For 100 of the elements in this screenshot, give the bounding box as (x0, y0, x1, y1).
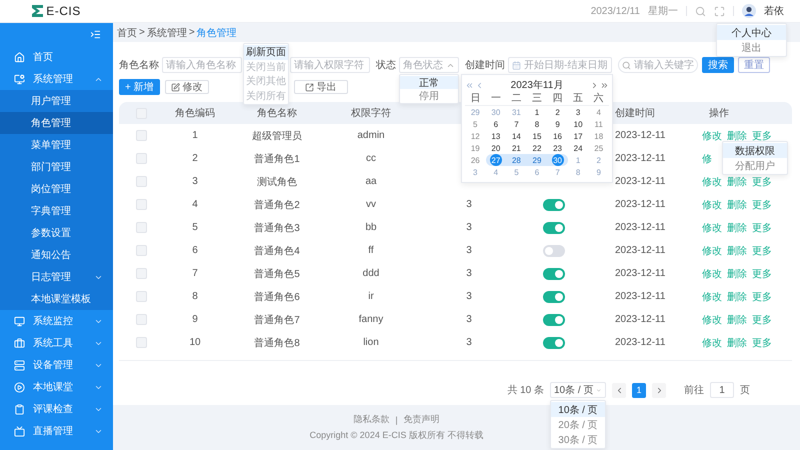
dropdown-option[interactable]: 10条 / 页 (551, 402, 605, 417)
add-button[interactable]: + 新增 (119, 79, 160, 95)
sidebar-subitem[interactable]: 角色管理 (0, 112, 113, 134)
sidebar-subitem[interactable]: 参数设置 (0, 222, 113, 244)
menu-item[interactable]: 刷新页面 (244, 45, 288, 60)
calendar-day[interactable]: 25 (592, 142, 605, 154)
action-link[interactable]: 修改 (702, 220, 722, 234)
action-link[interactable]: 修改 (702, 128, 722, 142)
calendar-day[interactable]: 29 (469, 106, 482, 118)
sidebar-item[interactable]: 系统工具 (0, 332, 113, 354)
reset-button[interactable]: 重置 (738, 57, 770, 73)
action-link[interactable]: 修改 (702, 266, 722, 280)
calendar-day[interactable]: 30 (490, 106, 502, 118)
toggle-switch[interactable] (543, 290, 565, 302)
calendar-day[interactable]: 6 (530, 166, 543, 178)
sidebar-subitem[interactable]: 菜单管理 (0, 134, 113, 156)
sidebar-item[interactable]: 直播管理 (0, 420, 113, 442)
action-link[interactable]: 更多 (752, 220, 772, 234)
calendar-day[interactable]: 21 (510, 142, 522, 154)
sidebar-item[interactable]: 首页 (0, 46, 113, 68)
next-month-icon[interactable] (590, 80, 599, 90)
action-link[interactable]: 更多 (752, 128, 772, 142)
sidebar-item[interactable]: 设备管理 (0, 354, 113, 376)
calendar-day[interactable]: 7 (552, 166, 564, 178)
sidebar-subitem[interactable]: 部门管理 (0, 156, 113, 178)
calendar-day[interactable]: 31 (510, 106, 522, 118)
calendar-day[interactable]: 22 (530, 142, 543, 154)
calendar-day[interactable]: 5 (510, 166, 522, 178)
dropdown-option[interactable]: 正常 (400, 76, 458, 89)
action-link[interactable]: 更多 (752, 244, 772, 258)
menu-item[interactable]: 退出 (717, 40, 786, 55)
action-link[interactable]: 更多 (752, 266, 772, 280)
action-link[interactable]: 更多 (752, 336, 772, 350)
action-link[interactable]: 删除 (727, 266, 747, 280)
breadcrumb-link[interactable]: 系统管理 (146, 26, 187, 40)
footer-link[interactable]: 免责声明 (404, 413, 440, 426)
input-field[interactable]: 请输入角色名称 (162, 57, 242, 73)
action-link[interactable]: 更多 (752, 290, 772, 304)
sidebar-subitem[interactable]: 本地课堂模板 (0, 288, 113, 310)
previous-month-icon[interactable] (475, 80, 484, 90)
action-link[interactable]: 删除 (727, 128, 747, 142)
checkbox[interactable] (136, 314, 146, 325)
action-link[interactable]: 修改 (702, 244, 722, 258)
calendar-day[interactable]: 8 (530, 118, 543, 130)
checkbox[interactable] (136, 222, 146, 233)
calendar-day[interactable]: 2 (552, 106, 564, 118)
checkbox[interactable] (136, 268, 146, 279)
page-size-select[interactable]: 10条 / 页 (550, 382, 606, 398)
toggle-switch[interactable] (543, 314, 565, 326)
sidebar-subitem[interactable]: 日志管理 (0, 266, 113, 288)
dropdown-option[interactable]: 停用 (400, 89, 458, 102)
calendar-day[interactable]: 2 (592, 154, 605, 166)
toggle-switch[interactable] (543, 198, 565, 210)
action-link[interactable]: 删除 (727, 198, 747, 212)
checkbox[interactable] (136, 130, 146, 141)
previous-year-icon[interactable] (465, 80, 474, 90)
action-link[interactable]: 删除 (727, 290, 747, 304)
calendar-day[interactable]: 17 (572, 130, 584, 142)
action-link[interactable]: 删除 (727, 244, 747, 258)
checkbox[interactable] (136, 291, 146, 302)
menu-item[interactable]: 数据权限 (723, 143, 787, 158)
toggle-switch[interactable] (543, 222, 565, 234)
calendar-day[interactable]: 12 (469, 130, 482, 142)
action-link[interactable]: 更多 (752, 174, 772, 188)
sidebar-subitem[interactable]: 通知公告 (0, 244, 113, 266)
sidebar-item[interactable]: 系统监控 (0, 310, 113, 332)
calendar-day[interactable]: 1 (530, 106, 543, 118)
next-year-icon[interactable] (600, 80, 609, 90)
calendar-day[interactable]: 8 (572, 166, 584, 178)
action-link[interactable]: 删除 (727, 174, 747, 188)
calendar-day[interactable]: 15 (530, 130, 543, 142)
calendar-day[interactable]: 4 (592, 106, 605, 118)
toggle-switch[interactable] (543, 268, 565, 280)
breadcrumb-link[interactable]: 首页 (117, 26, 137, 40)
checkbox[interactable] (136, 337, 146, 348)
calendar-day[interactable]: 20 (490, 142, 502, 154)
page-button[interactable]: 1 (632, 382, 646, 398)
previous-page-button[interactable] (612, 382, 626, 398)
edit-button[interactable]: 修改 (164, 80, 209, 94)
action-link[interactable]: 修改 (702, 336, 722, 350)
calendar-day[interactable]: 18 (592, 130, 605, 142)
action-link[interactable]: 删除 (727, 336, 747, 350)
toggle-switch[interactable] (543, 244, 565, 256)
calendar-day[interactable]: 27 (490, 154, 502, 166)
action-link[interactable]: 修改 (702, 174, 722, 188)
calendar-day[interactable]: 14 (510, 130, 522, 142)
action-link[interactable]: 更多 (752, 312, 772, 326)
calendar-day[interactable]: 11 (592, 118, 605, 130)
action-link[interactable]: 更多 (752, 198, 772, 212)
select-field[interactable]: 角色状态 (399, 57, 459, 73)
sidebar-subitem[interactable]: 用户管理 (0, 90, 113, 112)
calendar-day[interactable]: 9 (552, 118, 564, 130)
checkbox[interactable] (136, 245, 146, 256)
calendar-day[interactable]: 3 (572, 106, 584, 118)
calendar-day[interactable]: 4 (490, 166, 502, 178)
calendar-day[interactable]: 3 (469, 166, 482, 178)
calendar-day[interactable]: 7 (510, 118, 522, 130)
menu-item[interactable]: 分配用户 (723, 158, 787, 173)
checkbox[interactable] (136, 199, 146, 210)
sidebar-item[interactable]: 系统管理 (0, 68, 113, 90)
